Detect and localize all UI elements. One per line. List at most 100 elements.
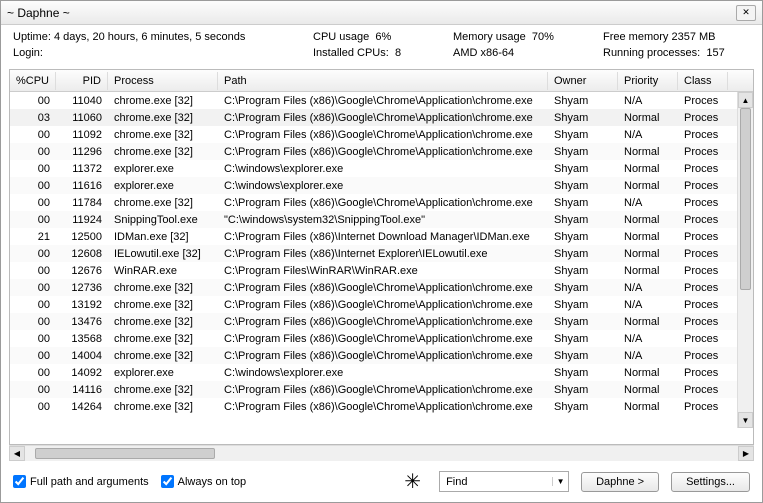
- always-on-top-input[interactable]: [161, 475, 174, 488]
- table-row[interactable]: 0011092chrome.exe [32]C:\Program Files (…: [10, 126, 753, 143]
- table-row[interactable]: 0014116chrome.exe [32]C:\Program Files (…: [10, 381, 753, 398]
- cell-pid: 13476: [56, 316, 108, 328]
- table-row[interactable]: 0012736chrome.exe [32]C:\Program Files (…: [10, 279, 753, 296]
- full-path-input[interactable]: [13, 475, 26, 488]
- table-row[interactable]: 0011784chrome.exe [32]C:\Program Files (…: [10, 194, 753, 211]
- table-row[interactable]: 0013192chrome.exe [32]C:\Program Files (…: [10, 296, 753, 313]
- cell-cpu: 00: [10, 180, 56, 192]
- cell-path: C:\Program Files (x86)\Internet Explorer…: [218, 248, 548, 260]
- cell-owner: Shyam: [548, 333, 618, 345]
- cell-pid: 13568: [56, 333, 108, 345]
- cell-class: Proces: [678, 282, 728, 294]
- table-row[interactable]: 0012676WinRAR.exeC:\Program Files\WinRAR…: [10, 262, 753, 279]
- titlebar[interactable]: ~ Daphne ~ ✕: [1, 1, 762, 25]
- table-row[interactable]: 0013568chrome.exe [32]C:\Program Files (…: [10, 330, 753, 347]
- cell-pid: 12676: [56, 265, 108, 277]
- scroll-thumb[interactable]: [740, 108, 751, 290]
- col-owner[interactable]: Owner: [548, 72, 618, 90]
- find-combo[interactable]: Find ▼: [439, 471, 569, 492]
- cell-cpu: 00: [10, 299, 56, 311]
- cell-pid: 11372: [56, 163, 108, 175]
- table-row[interactable]: 0014004chrome.exe [32]C:\Program Files (…: [10, 347, 753, 364]
- col-pid[interactable]: PID: [56, 72, 108, 90]
- table-row[interactable]: 0011372explorer.exeC:\windows\explorer.e…: [10, 160, 753, 177]
- cell-process: chrome.exe [32]: [108, 401, 218, 413]
- cell-priority: Normal: [618, 401, 678, 413]
- cell-pid: 11296: [56, 146, 108, 158]
- cell-class: Proces: [678, 384, 728, 396]
- running-processes-label: Running processes:: [603, 47, 700, 59]
- table-row[interactable]: 0011296chrome.exe [32]C:\Program Files (…: [10, 143, 753, 160]
- always-on-top-checkbox[interactable]: Always on top: [161, 475, 246, 488]
- cell-cpu: 00: [10, 282, 56, 294]
- memory-usage-value: 70%: [532, 31, 554, 43]
- cell-owner: Shyam: [548, 367, 618, 379]
- col-priority[interactable]: Priority: [618, 72, 678, 90]
- table-body: 0011040chrome.exe [32]C:\Program Files (…: [10, 92, 753, 444]
- scroll-up-icon[interactable]: ▲: [738, 92, 753, 108]
- cpu-usage-label: CPU usage: [313, 31, 369, 43]
- hscroll-track[interactable]: [25, 446, 738, 461]
- table-row[interactable]: 0014092explorer.exeC:\windows\explorer.e…: [10, 364, 753, 381]
- chevron-down-icon[interactable]: ▼: [552, 477, 568, 486]
- scroll-down-icon[interactable]: ▼: [738, 412, 753, 428]
- cell-owner: Shyam: [548, 299, 618, 311]
- uptime-value: 4 days, 20 hours, 6 minutes, 5 seconds: [54, 31, 245, 43]
- cell-priority: Normal: [618, 384, 678, 396]
- daphne-button[interactable]: Daphne >: [581, 472, 659, 492]
- cell-priority: N/A: [618, 282, 678, 294]
- footer-bar: Full path and arguments Always on top ✳ …: [1, 461, 762, 502]
- scroll-right-icon[interactable]: ▶: [738, 446, 754, 461]
- crosshair-icon[interactable]: ✳: [398, 469, 427, 494]
- cpu-usage-value: 6%: [375, 31, 391, 43]
- settings-button[interactable]: Settings...: [671, 472, 750, 492]
- cell-owner: Shyam: [548, 197, 618, 209]
- cell-owner: Shyam: [548, 265, 618, 277]
- cell-process: chrome.exe [32]: [108, 316, 218, 328]
- cell-process: chrome.exe [32]: [108, 384, 218, 396]
- scroll-left-icon[interactable]: ◀: [9, 446, 25, 461]
- table-row[interactable]: 2112500IDMan.exe [32]C:\Program Files (x…: [10, 228, 753, 245]
- cell-class: Proces: [678, 197, 728, 209]
- table-row[interactable]: 0311060chrome.exe [32]C:\Program Files (…: [10, 109, 753, 126]
- cell-pid: 12736: [56, 282, 108, 294]
- cell-path: C:\Program Files (x86)\Google\Chrome\App…: [218, 316, 548, 328]
- table-row[interactable]: 0011924SnippingTool.exe"C:\windows\syste…: [10, 211, 753, 228]
- scroll-track[interactable]: [738, 108, 753, 412]
- cell-pid: 14092: [56, 367, 108, 379]
- cell-class: Proces: [678, 299, 728, 311]
- table-row[interactable]: 0014264chrome.exe [32]C:\Program Files (…: [10, 398, 753, 415]
- cell-process: chrome.exe [32]: [108, 197, 218, 209]
- col-process[interactable]: Process: [108, 72, 218, 90]
- cell-class: Proces: [678, 146, 728, 158]
- cell-priority: Normal: [618, 146, 678, 158]
- col-cpu[interactable]: %CPU: [10, 72, 56, 90]
- col-class[interactable]: Class: [678, 72, 728, 90]
- window-title: ~ Daphne ~: [7, 6, 736, 20]
- full-path-checkbox[interactable]: Full path and arguments: [13, 475, 149, 488]
- cell-process: SnippingTool.exe: [108, 214, 218, 226]
- table-row[interactable]: 0012608IELowutil.exe [32]C:\Program File…: [10, 245, 753, 262]
- hscroll-thumb[interactable]: [35, 448, 215, 459]
- cell-pid: 14004: [56, 350, 108, 362]
- table-row[interactable]: 0013476chrome.exe [32]C:\Program Files (…: [10, 313, 753, 330]
- app-window: ~ Daphne ~ ✕ Uptime: 4 days, 20 hours, 6…: [0, 0, 763, 503]
- table-row[interactable]: 0011616explorer.exeC:\windows\explorer.e…: [10, 177, 753, 194]
- cell-pid: 11040: [56, 95, 108, 107]
- col-path[interactable]: Path: [218, 72, 548, 90]
- cell-pid: 11924: [56, 214, 108, 226]
- cell-process: chrome.exe [32]: [108, 282, 218, 294]
- cell-path: C:\Program Files (x86)\Google\Chrome\App…: [218, 350, 548, 362]
- vertical-scrollbar[interactable]: ▲ ▼: [737, 92, 753, 428]
- cell-cpu: 00: [10, 350, 56, 362]
- login-label: Login:: [13, 47, 43, 59]
- table-header: %CPU PID Process Path Owner Priority Cla…: [10, 70, 753, 92]
- cell-cpu: 00: [10, 248, 56, 260]
- cell-priority: Normal: [618, 367, 678, 379]
- cell-priority: Normal: [618, 180, 678, 192]
- close-icon[interactable]: ✕: [736, 5, 756, 21]
- full-path-label: Full path and arguments: [30, 476, 149, 488]
- table-row[interactable]: 0011040chrome.exe [32]C:\Program Files (…: [10, 92, 753, 109]
- horizontal-scrollbar[interactable]: ◀ ▶: [9, 445, 754, 461]
- cell-owner: Shyam: [548, 316, 618, 328]
